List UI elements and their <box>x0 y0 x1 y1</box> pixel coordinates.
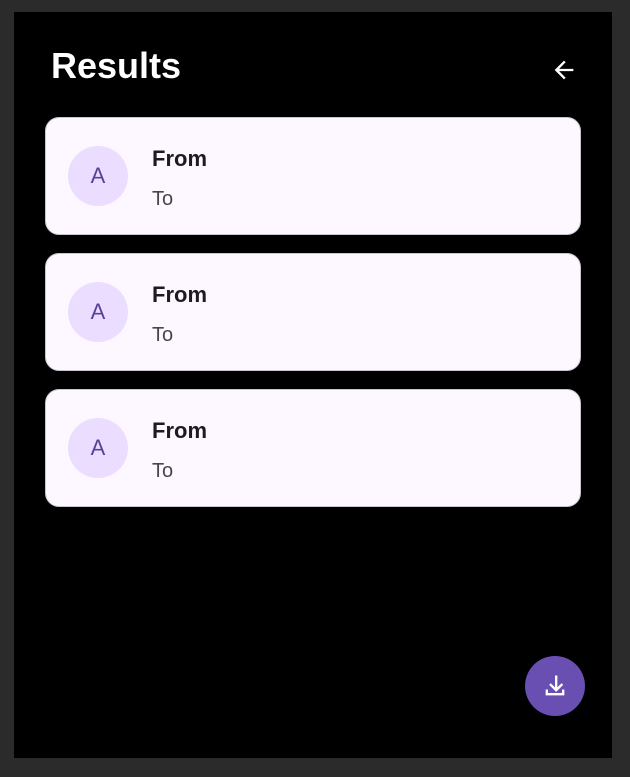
back-button[interactable] <box>544 50 584 90</box>
avatar: A <box>68 146 128 206</box>
from-label: From <box>152 282 207 307</box>
result-card[interactable]: A From To <box>45 117 581 235</box>
avatar: A <box>68 418 128 478</box>
app-screen: Results A From To A From To A From To <box>14 12 612 758</box>
download-button[interactable] <box>525 656 585 716</box>
page-title: Results <box>51 45 182 86</box>
to-label: To <box>152 324 174 346</box>
download-icon <box>545 675 565 696</box>
result-card[interactable]: A From To <box>45 389 581 507</box>
from-label: From <box>152 418 207 443</box>
result-card[interactable]: A From To <box>45 253 581 371</box>
arrow-left-icon <box>554 60 574 80</box>
to-label: To <box>152 188 174 210</box>
to-label: To <box>152 460 174 482</box>
app-bar: Results <box>14 12 612 116</box>
results-list: A From To A From To A From To <box>45 117 581 525</box>
from-label: From <box>152 146 207 171</box>
avatar: A <box>68 282 128 342</box>
